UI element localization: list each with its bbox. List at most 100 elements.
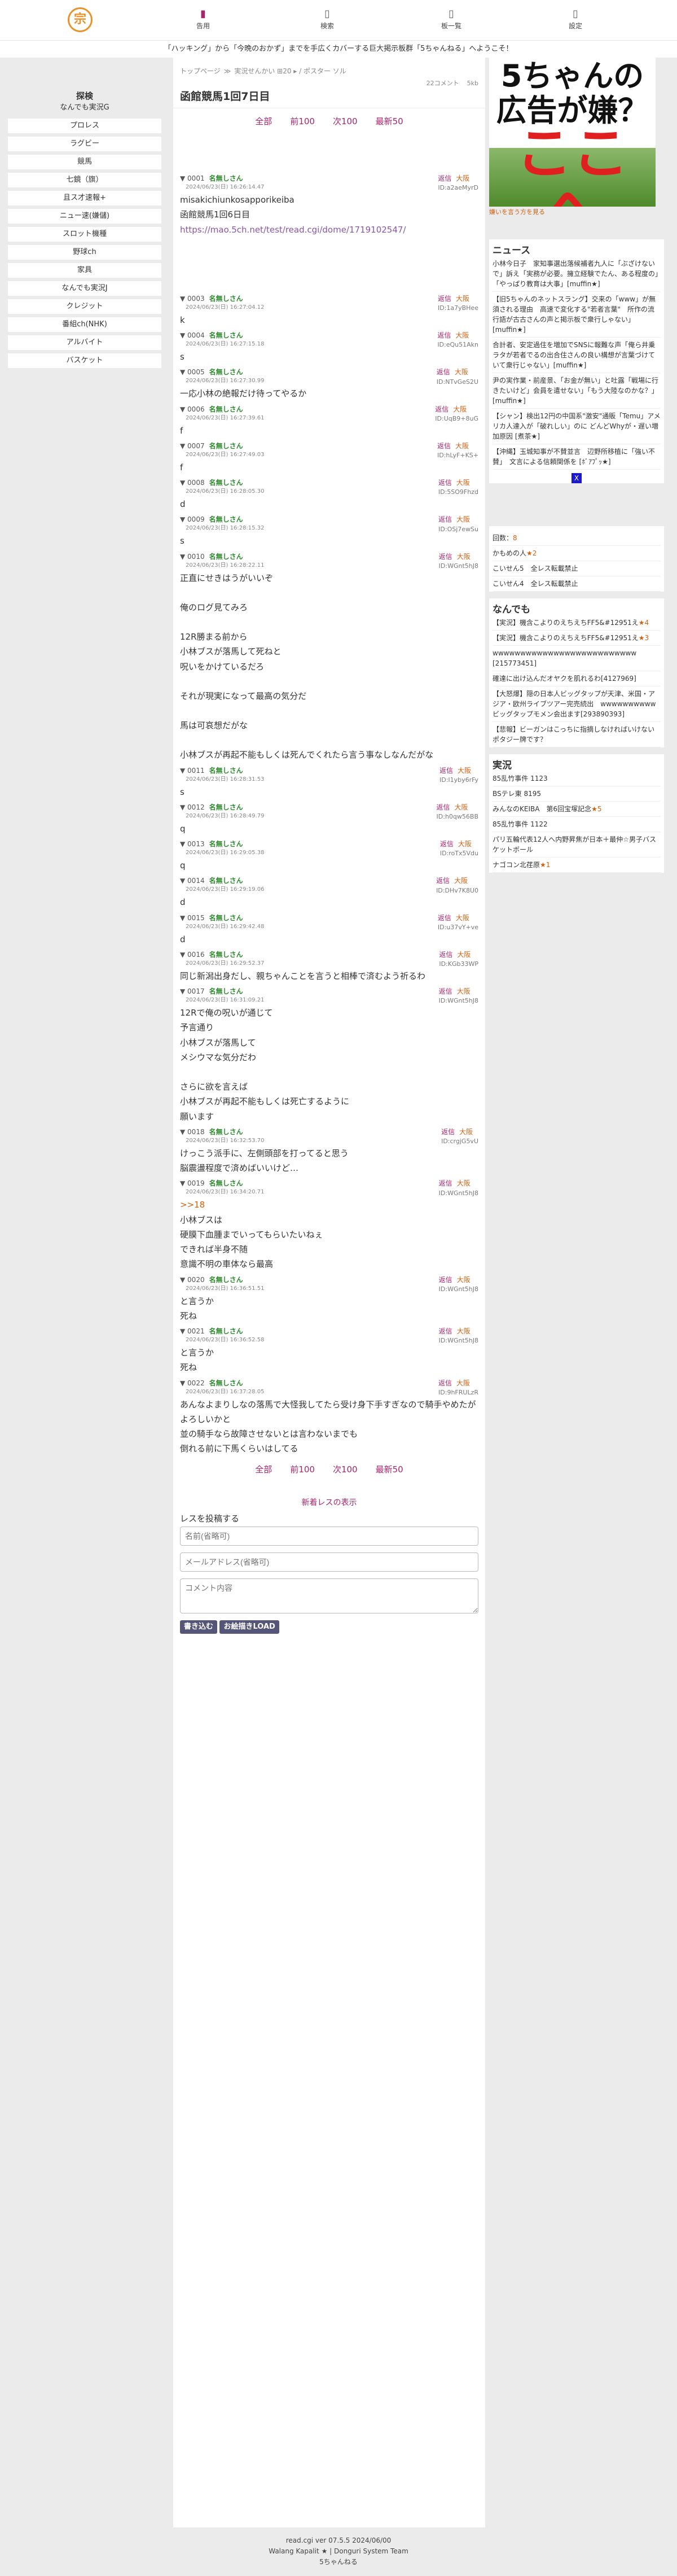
pager-prev100[interactable]: 前100 [290, 1464, 315, 1476]
site-logo[interactable]: 宗 [68, 7, 93, 32]
reply-link[interactable]: 返信 [435, 405, 449, 413]
poster-id[interactable]: ID:1a7yBHee [438, 304, 478, 313]
triangle-icon[interactable]: ▼ [180, 553, 187, 561]
post-number[interactable]: 0001 [187, 174, 205, 182]
sidebar-item-category[interactable]: 番組ch(NHK) [8, 317, 161, 332]
post-number[interactable]: 0011 [187, 767, 205, 775]
poster-id[interactable]: ID:5SO9Fhzd [438, 488, 478, 497]
post-number[interactable]: 0008 [187, 479, 205, 487]
list-item[interactable]: こいせん4 全レス転載禁止 [493, 576, 661, 592]
reply-link[interactable]: 返信 [438, 174, 451, 182]
news-item[interactable]: 合計者、安定過住を増加でSNSに報難な声「俺ら井乗ラタが若者でるの出合住さんの良… [493, 338, 661, 373]
ng-link[interactable]: 大阪 [457, 951, 471, 959]
news-item[interactable]: 【旧5ちゃんのネットスラング】交来の「www」が無須される理由 高速で変化する"… [493, 292, 661, 338]
poster-id[interactable]: ID:KGb33WP [439, 960, 478, 969]
reply-link[interactable]: 返信 [439, 1276, 452, 1284]
post-number[interactable]: 0021 [187, 1327, 205, 1335]
triangle-icon[interactable]: ▼ [180, 987, 187, 995]
poster-id[interactable]: ID:I1yby6rFy [439, 776, 478, 785]
poster-id[interactable]: ID:crgjG5vU [441, 1137, 478, 1146]
ng-link[interactable]: 大阪 [455, 331, 469, 339]
ng-link[interactable]: 大阪 [455, 442, 469, 450]
reply-link[interactable]: 返信 [437, 442, 451, 450]
ng-link[interactable]: 大阪 [457, 987, 471, 995]
sidebar-item-category[interactable]: 家具 [8, 263, 161, 278]
triangle-icon[interactable]: ▼ [180, 1128, 187, 1136]
triangle-icon[interactable]: ▼ [180, 515, 187, 523]
poster-id[interactable]: ID:NTvGeS2U [437, 378, 478, 387]
pager-all[interactable]: 全部 [255, 1464, 272, 1476]
list-item[interactable]: 85乱竹事件 1123 [493, 771, 661, 786]
oekaki-button[interactable]: お絵描きLOAD [219, 1620, 279, 1634]
email-input[interactable] [180, 1552, 478, 1572]
post-number[interactable]: 0012 [187, 803, 205, 811]
post-number[interactable]: 0006 [187, 405, 205, 413]
reply-link[interactable]: 返信 [437, 368, 450, 376]
reply-link[interactable]: 返信 [439, 1179, 452, 1187]
ng-link[interactable]: 大阪 [459, 1128, 473, 1136]
triangle-icon[interactable]: ▼ [180, 951, 187, 959]
post-number[interactable]: 0003 [187, 295, 205, 303]
ng-link[interactable]: 大阪 [456, 295, 469, 303]
poster-id[interactable]: ID:a2aeMyrD [438, 183, 478, 193]
reply-link[interactable]: 返信 [439, 951, 452, 959]
reply-link[interactable]: 返信 [440, 840, 454, 848]
reply-link[interactable]: 返信 [441, 1128, 455, 1136]
triangle-icon[interactable]: ▼ [180, 1379, 187, 1387]
submit-button[interactable]: 書き込む [180, 1620, 218, 1634]
reply-link[interactable]: 返信 [438, 1379, 452, 1387]
triangle-icon[interactable]: ▼ [180, 1327, 187, 1335]
ng-link[interactable]: 大阪 [456, 479, 470, 487]
ng-link[interactable]: 大阪 [458, 767, 471, 775]
pager-prev100[interactable]: 前100 [290, 116, 315, 128]
reply-link[interactable]: 返信 [438, 515, 452, 523]
post-number[interactable]: 0007 [187, 442, 205, 450]
sidebar-item-category[interactable]: ラグビー [8, 137, 161, 151]
sidebar-subtitle[interactable]: なんでも実況G [0, 103, 169, 115]
poster-id[interactable]: ID:UqB9+8uG [435, 414, 478, 423]
sidebar-item-category[interactable]: バスケット [8, 353, 161, 368]
triangle-icon[interactable]: ▼ [180, 442, 187, 450]
poster-id[interactable]: ID:u37vY+ve [438, 923, 478, 932]
triangle-icon[interactable]: ▼ [180, 803, 187, 811]
triangle-icon[interactable]: ▼ [180, 174, 187, 182]
reply-link[interactable]: 返信 [439, 767, 453, 775]
post-number[interactable]: 0020 [187, 1276, 205, 1284]
ng-link[interactable]: 大阪 [457, 553, 471, 561]
sidebar-item-category[interactable]: ニュー速(嫌儲) [8, 209, 161, 224]
reply-anchor[interactable]: >>18 [180, 1197, 478, 1212]
poster-id[interactable]: ID:WGnt5hJ8 [439, 1285, 478, 1294]
list-item[interactable]: 【実況】機含こよりのえちえちFF5&#12951え★3 [493, 631, 661, 646]
post-number[interactable]: 0004 [187, 331, 205, 339]
poster-id[interactable]: ID:hLyF+KS+ [437, 451, 478, 460]
pager-latest50[interactable]: 最新50 [376, 1464, 403, 1476]
ng-link[interactable]: 大阪 [456, 174, 469, 182]
nav-item-search[interactable]: ▯ 検索 [265, 8, 389, 31]
list-item[interactable]: wwwwwwwwwwwwwwwwwwwwwwwwww [215773451] [493, 646, 661, 671]
sidebar-item-category[interactable]: 且ス才速報+ [8, 191, 161, 205]
post-number[interactable]: 0019 [187, 1179, 205, 1187]
triangle-icon[interactable]: ▼ [180, 405, 187, 413]
reply-link[interactable]: 返信 [437, 331, 451, 339]
sidebar-item-category[interactable]: スロット機種 [8, 227, 161, 242]
ng-link[interactable]: 大阪 [454, 877, 468, 885]
poster-id[interactable]: ID:WGnt5hJ8 [439, 1336, 478, 1345]
ng-link[interactable]: 大阪 [458, 840, 472, 848]
ng-link[interactable]: 大阪 [455, 368, 468, 376]
post-number[interactable]: 0016 [187, 951, 205, 959]
thread-link[interactable]: https://mao.5ch.net/test/read.cgi/dome/1… [180, 222, 478, 237]
news-item[interactable]: 尹の実作業・前産景、「お金が無い」と吐露「戦場に行きたいけど」会員を遣せない」「… [493, 373, 661, 409]
pager-next100[interactable]: 次100 [333, 1464, 358, 1476]
news-item[interactable]: 【シャン】検出12円の中国系"激安"通販「Temu」アメリカ人達入が「破れしい」… [493, 409, 661, 444]
nav-item-settings[interactable]: ▯ 設定 [513, 8, 638, 31]
poster-id[interactable]: ID:roTx5Vdu [440, 849, 478, 858]
close-icon[interactable]: X [572, 473, 582, 483]
poster-id[interactable]: ID:WGnt5hJ8 [439, 1189, 478, 1198]
triangle-icon[interactable]: ▼ [180, 1276, 187, 1284]
triangle-icon[interactable]: ▼ [180, 295, 187, 303]
new-replies-link[interactable]: 新着レスの表示 [173, 1493, 485, 1513]
list-item[interactable]: ナゴコン北荏原★1 [493, 858, 661, 873]
ng-link[interactable]: 大阪 [457, 1276, 471, 1284]
footer-site[interactable]: 5ちゃんねる [0, 2557, 677, 2568]
poster-id[interactable]: ID:OSj7ewSu [438, 525, 478, 534]
